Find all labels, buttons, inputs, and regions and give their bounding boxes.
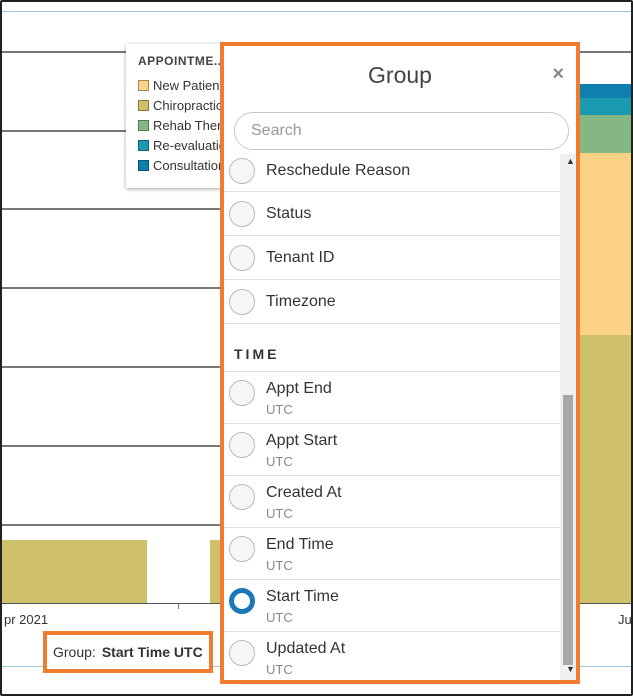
search-input[interactable] — [234, 112, 569, 150]
option-label: Tenant ID — [266, 249, 335, 266]
group-indicator-label: Group: — [53, 644, 96, 660]
option-label: End Time — [266, 536, 334, 553]
legend-item[interactable]: New Patient — [138, 75, 226, 95]
legend-swatch — [138, 139, 149, 151]
legend-swatch — [138, 159, 149, 171]
panel-title: Group — [368, 62, 432, 88]
legend-swatch — [138, 79, 149, 91]
option-status[interactable]: Status — [224, 192, 560, 236]
radio-button[interactable] — [229, 158, 255, 184]
chart-bar[interactable] — [2, 540, 147, 603]
radio-button[interactable] — [229, 201, 255, 227]
option-tenant-id[interactable]: Tenant ID — [224, 236, 560, 280]
legend-label: New Patient — [153, 77, 224, 93]
chart-top-border — [2, 11, 631, 12]
radio-button[interactable] — [229, 245, 255, 271]
option-label: Reschedule Reason — [266, 162, 411, 179]
close-icon[interactable]: × — [552, 64, 564, 84]
option-appt-start[interactable]: Appt Start UTC — [224, 424, 560, 476]
legend-swatch — [138, 99, 149, 111]
legend-swatch — [138, 119, 149, 131]
group-panel: Group × Reschedule Reason Status Tenant … — [220, 42, 580, 684]
option-updated-at[interactable]: Updated At UTC — [224, 632, 560, 680]
legend-item[interactable]: Consultation — [138, 155, 226, 175]
x-axis-label: Ju — [618, 612, 632, 627]
group-options-list: Reschedule Reason Status Tenant ID Timez… — [224, 154, 560, 680]
radio-button-selected[interactable] — [229, 588, 255, 614]
legend-label: Chiropractic — [153, 97, 223, 113]
option-sublabel: UTC — [266, 662, 293, 677]
radio-button[interactable] — [229, 640, 255, 666]
option-end-time[interactable]: End Time UTC — [224, 528, 560, 580]
option-label: Appt Start — [266, 432, 338, 449]
legend-label: Rehab Therapy — [153, 117, 226, 133]
option-sublabel: UTC — [266, 558, 293, 573]
option-sublabel: UTC — [266, 506, 293, 521]
group-indicator-value: Start Time UTC — [101, 644, 203, 660]
x-axis-tick — [178, 603, 179, 609]
x-axis-label: pr 2021 — [4, 612, 49, 627]
section-divider — [224, 324, 560, 372]
legend-title: APPOINTME... — [138, 54, 226, 68]
chart-bar-segment[interactable] — [579, 335, 631, 603]
legend-label: Re-evaluation — [153, 137, 226, 153]
option-appt-end[interactable]: Appt End UTC — [224, 372, 560, 424]
chart-legend: APPOINTME... New Patient Chiropractic Re… — [126, 44, 226, 188]
group-indicator[interactable]: Group: Start Time UTC — [43, 631, 213, 673]
option-timezone[interactable]: Timezone — [224, 280, 560, 324]
option-start-time[interactable]: Start Time UTC — [224, 580, 560, 632]
chart-bar-segment[interactable] — [579, 98, 631, 115]
option-sublabel: UTC — [266, 454, 293, 469]
radio-button[interactable] — [229, 432, 255, 458]
option-label: Status — [266, 205, 312, 222]
legend-item[interactable]: Chiropractic — [138, 95, 226, 115]
legend-item[interactable]: Re-evaluation — [138, 135, 226, 155]
radio-button[interactable] — [229, 536, 255, 562]
radio-button[interactable] — [229, 380, 255, 406]
legend-label: Consultation — [153, 157, 226, 173]
chart-bar-segment[interactable] — [579, 115, 631, 153]
option-created-at[interactable]: Created At UTC — [224, 476, 560, 528]
radio-button[interactable] — [229, 289, 255, 315]
option-label: Updated At — [266, 640, 346, 657]
option-label: Timezone — [266, 293, 336, 310]
option-sublabel: UTC — [266, 402, 293, 417]
option-label: Start Time — [266, 588, 339, 605]
option-reschedule-reason[interactable]: Reschedule Reason — [224, 154, 560, 192]
scrollbar-thumb[interactable] — [563, 395, 573, 665]
chart-bar-segment[interactable] — [579, 84, 631, 98]
chart-bar-segment[interactable] — [579, 153, 631, 335]
radio-button[interactable] — [229, 484, 255, 510]
option-label: Appt End — [266, 380, 332, 397]
option-label: Created At — [266, 484, 342, 501]
chevron-up-icon[interactable]: ▲ — [566, 156, 575, 166]
legend-item[interactable]: Rehab Therapy — [138, 115, 226, 135]
chevron-down-icon[interactable]: ▼ — [566, 664, 575, 674]
option-sublabel: UTC — [266, 610, 293, 625]
